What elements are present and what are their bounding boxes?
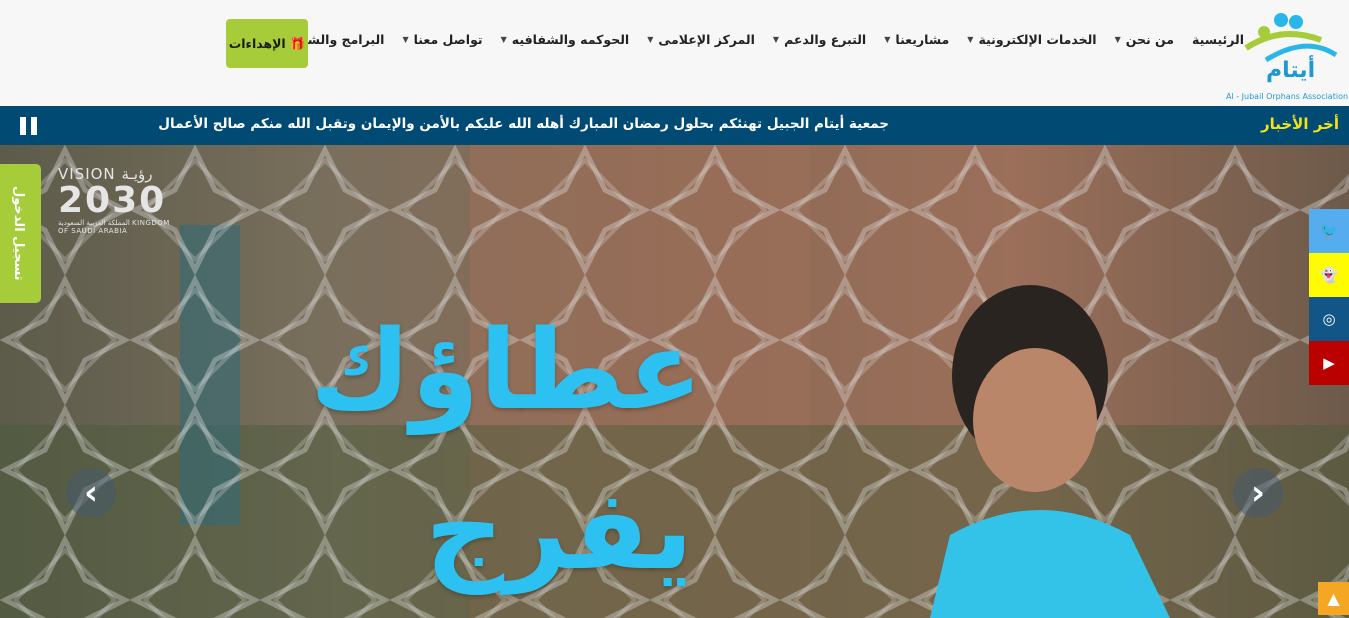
twitter-icon: 🐦 — [1319, 222, 1339, 240]
slider-prev-button[interactable]: ‹ — [66, 468, 116, 518]
vision-bottom: المملكة العربية السعودية KINGDOM OF SAUD… — [58, 219, 170, 235]
nav-item-label: الحوكمه والشفافيه — [511, 32, 630, 47]
caret-down-icon: ▼ — [884, 35, 891, 44]
logo-subtitle: Al - Jubail Orphans Association — [1226, 92, 1349, 101]
caret-down-icon: ▼ — [500, 35, 507, 44]
vision-year: 2030 — [58, 180, 167, 221]
nav-item-label: مشاريعنا — [895, 32, 950, 47]
nav-item-label: تواصل معنا — [413, 32, 483, 47]
hero-headline-1: عطاؤك — [310, 306, 703, 434]
instagram-icon: ◎ — [1322, 310, 1336, 328]
nav-item[interactable]: الخدمات الإلكترونية ▼ — [958, 32, 1105, 47]
instagram-link[interactable]: ◎ — [1309, 297, 1349, 341]
nav-item[interactable]: من نحن ▼ — [1106, 32, 1183, 47]
chevron-right-icon: › — [1250, 473, 1265, 513]
gifts-label: الإهداءات — [228, 36, 286, 51]
slider-next-button[interactable]: › — [1233, 468, 1283, 518]
chevron-up-icon: ▲ — [1327, 589, 1340, 608]
nav-item[interactable]: تواصل معنا ▼ — [393, 32, 491, 47]
youtube-link[interactable]: ▶ — [1309, 341, 1349, 385]
vision-2030-logo: VISION رؤيـة 2030 المملكة العربية السعود… — [58, 165, 178, 235]
caret-down-icon: ▼ — [402, 35, 409, 44]
news-text[interactable]: جمعية أيتام الجبيل تهنئكم بحلول رمضان ال… — [158, 116, 889, 132]
hero-headline-2: يفرج — [425, 466, 694, 594]
login-label: تسجيل الدخول — [11, 186, 26, 281]
gift-icon: 🎁 — [289, 35, 306, 51]
caret-down-icon: ▼ — [967, 35, 974, 44]
logo-title: أيتام — [1266, 58, 1316, 83]
site-header: أيتام Al - Jubail Orphans Association ال… — [0, 0, 1349, 106]
pause-icon-bar — [31, 117, 37, 135]
chevron-left-icon: ‹ — [83, 473, 98, 513]
youtube-icon: ▶ — [1323, 354, 1335, 372]
login-tab[interactable]: تسجيل الدخول — [0, 164, 41, 303]
nav-item-label: الخدمات الإلكترونية — [978, 32, 1097, 47]
nav-item-label: الرئيسية — [1192, 32, 1244, 47]
nav-item-label: من نحن — [1125, 32, 1175, 47]
caret-down-icon: ▼ — [1114, 35, 1121, 44]
snapchat-icon: 👻 — [1319, 266, 1339, 284]
nav-item[interactable]: المركز الإعلامى ▼ — [638, 32, 764, 47]
nav-item[interactable]: الحوكمه والشفافيه ▼ — [492, 32, 639, 47]
gifts-button[interactable]: 🎁 الإهداءات — [226, 19, 308, 68]
news-ticker: أخر الأخبار جمعية أيتام الجبيل تهنئكم بح… — [0, 106, 1349, 145]
nav-item-label: التبرع والدعم — [784, 32, 867, 47]
hero-slider[interactable]: VISION رؤيـة 2030 المملكة العربية السعود… — [0, 145, 1349, 618]
social-bar: 🐦 👻 ◎ ▶ — [1309, 209, 1349, 385]
pause-button[interactable] — [20, 117, 38, 135]
nav-item[interactable]: مشاريعنا ▼ — [875, 32, 958, 47]
nav-item-label: المركز الإعلامى — [658, 32, 755, 47]
news-label: أخر الأخبار — [1260, 115, 1339, 133]
back-to-top-button[interactable]: ▲ — [1318, 582, 1349, 615]
nav-item[interactable]: الرئيسية — [1183, 32, 1253, 47]
twitter-link[interactable]: 🐦 — [1309, 209, 1349, 253]
main-nav: الرئيسية من نحن ▼ الخدمات الإلكترونية ▼ مشاري… — [251, 32, 1253, 47]
caret-down-icon: ▼ — [772, 35, 780, 44]
caret-down-icon: ▼ — [647, 35, 654, 44]
snapchat-link[interactable]: 👻 — [1309, 253, 1349, 297]
nav-item[interactable]: التبرع والدعم ▼ — [764, 32, 875, 47]
site-logo[interactable]: أيتام Al - Jubail Orphans Association — [1226, 10, 1348, 101]
pause-icon — [20, 117, 26, 135]
